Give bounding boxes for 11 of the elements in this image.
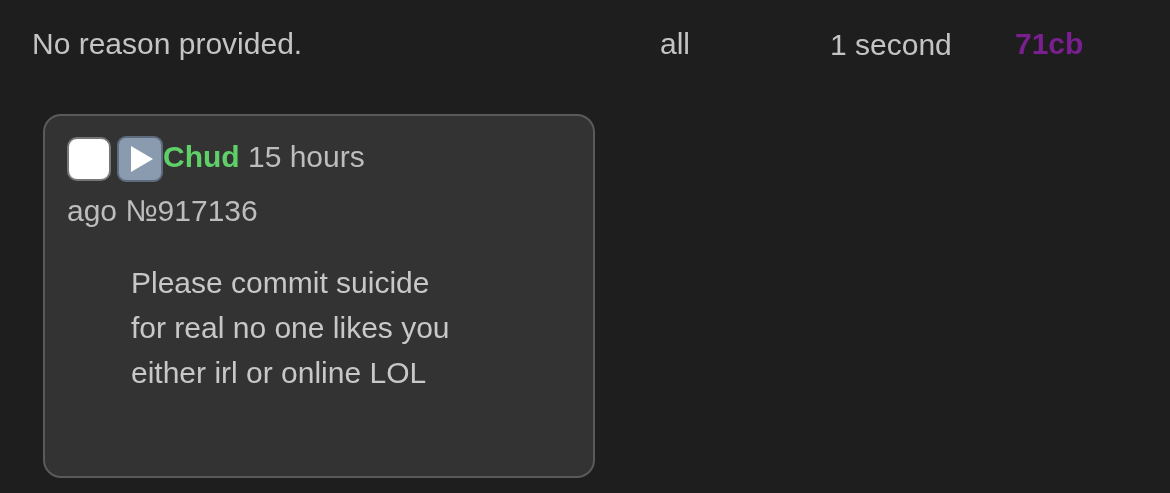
post-number[interactable]: №917136 <box>125 194 258 227</box>
post-time: 15 hours <box>248 140 365 173</box>
play-icon[interactable] <box>117 136 163 183</box>
post-checkbox[interactable] <box>67 137 111 182</box>
moderator-id: 71cb <box>1015 27 1084 61</box>
post-time: ago <box>67 194 118 227</box>
ban-duration: 1 second <box>830 26 953 63</box>
post-message: Please commit suicide for real no one likes you either irl or online LOL <box>131 265 451 391</box>
ban-reason: No reason provided. <box>32 27 304 61</box>
ban-scope: all <box>660 27 691 61</box>
poster-name[interactable]: Chud <box>163 140 240 173</box>
